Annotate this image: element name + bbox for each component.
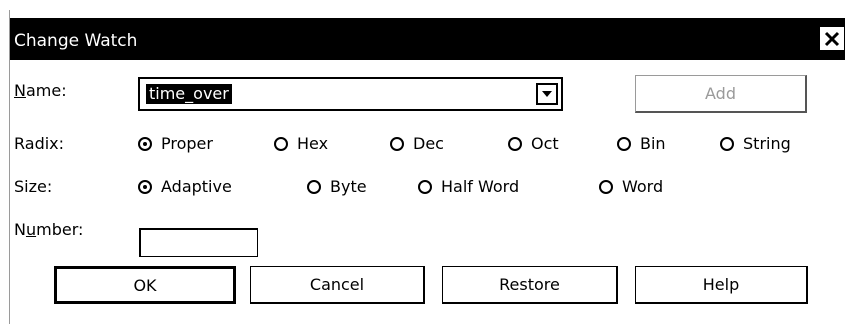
radix-option-string[interactable]: String xyxy=(720,134,791,153)
size-label: Size: xyxy=(14,177,53,196)
change-watch-dialog: Change Watch Name: time_over Add Radix: … xyxy=(9,10,845,324)
radio-icon xyxy=(720,136,734,151)
restore-label: Restore xyxy=(499,275,560,294)
number-label: Number: xyxy=(14,220,84,239)
radix-option-label: Hex xyxy=(297,134,329,153)
size-option-label: Byte xyxy=(330,177,367,196)
name-combobox[interactable]: time_over xyxy=(138,77,563,111)
radix-option-label: Oct xyxy=(531,134,559,153)
size-option-word[interactable]: Word xyxy=(599,177,663,196)
name-dropdown-button[interactable] xyxy=(536,83,558,105)
size-option-adaptive[interactable]: Adaptive xyxy=(138,177,232,196)
name-label-text: ame: xyxy=(25,81,67,100)
close-button[interactable] xyxy=(820,27,844,50)
radio-icon xyxy=(274,136,288,151)
close-icon xyxy=(824,31,840,46)
radio-icon xyxy=(508,136,522,151)
size-option-half-word[interactable]: Half Word xyxy=(418,177,519,196)
radix-option-hex[interactable]: Hex xyxy=(274,134,328,153)
ok-button[interactable]: OK xyxy=(54,266,236,304)
title-bar: Change Watch xyxy=(10,18,845,60)
window-title: Change Watch xyxy=(14,31,138,51)
add-button[interactable]: Add xyxy=(635,75,807,113)
size-option-label: Adaptive xyxy=(161,177,232,196)
radix-option-label: String xyxy=(743,134,791,153)
add-label: Add xyxy=(705,84,736,103)
cancel-button[interactable]: Cancel xyxy=(250,266,425,304)
radix-option-oct[interactable]: Oct xyxy=(508,134,559,153)
size-option-byte[interactable]: Byte xyxy=(307,177,367,196)
radio-icon xyxy=(418,179,432,194)
name-label: Name: xyxy=(14,81,67,100)
radio-selected-icon xyxy=(138,136,152,151)
number-input[interactable] xyxy=(139,228,258,257)
name-value[interactable]: time_over xyxy=(146,84,232,104)
help-label: Help xyxy=(702,275,740,294)
radix-option-label: Dec xyxy=(413,134,444,153)
radix-option-bin[interactable]: Bin xyxy=(617,134,666,153)
radio-selected-icon xyxy=(138,179,152,194)
radio-icon xyxy=(617,136,631,151)
size-option-label: Half Word xyxy=(441,177,520,196)
restore-button[interactable]: Restore xyxy=(442,266,618,304)
radix-option-label: Proper xyxy=(161,134,213,153)
help-button[interactable]: Help xyxy=(635,266,808,304)
chevron-down-icon xyxy=(542,91,552,97)
radix-option-dec[interactable]: Dec xyxy=(390,134,444,153)
radix-option-proper[interactable]: Proper xyxy=(138,134,213,153)
radix-option-label: Bin xyxy=(640,134,666,153)
size-option-label: Word xyxy=(622,177,664,196)
radio-icon xyxy=(390,136,404,151)
radix-label: Radix: xyxy=(14,134,65,153)
radio-icon xyxy=(599,179,613,194)
radio-icon xyxy=(307,179,321,194)
